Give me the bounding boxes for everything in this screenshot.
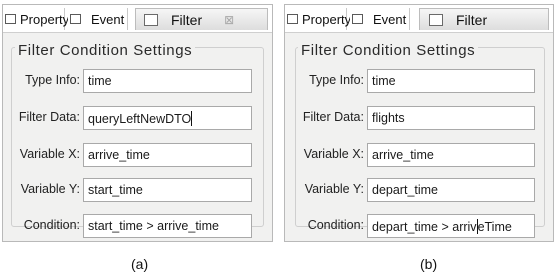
tab-property-label: Property <box>20 11 70 27</box>
condition-value-start: depart_time > arriv <box>372 220 477 234</box>
variable-y-row: Variable Y: depart_time <box>285 178 553 202</box>
filter-data-input[interactable]: queryLeftNewDTO <box>83 106 252 130</box>
filter-panel-b: Property Event Filter Filter Condition S… <box>284 4 554 242</box>
tab-bar: Property Event Filter <box>285 5 553 33</box>
variable-y-label: Variable Y: <box>304 182 364 196</box>
type-info-label: Type Info: <box>25 73 80 87</box>
tab-filter-label: Filter <box>171 11 203 28</box>
tab-event-label: Event <box>373 11 407 27</box>
condition-label: Condition: <box>307 218 364 232</box>
tab-bar: Property Event Filter ⊠ <box>3 5 272 33</box>
filter-panel-a: Property Event Filter ⊠ Filter Condition… <box>2 4 273 242</box>
type-info-input[interactable]: time <box>83 69 252 93</box>
tab-page-icon <box>70 14 81 24</box>
type-info-row: Type Info: time <box>3 69 272 93</box>
variable-y-label: Variable Y: <box>20 182 80 196</box>
variable-x-input[interactable]: arrive_time <box>367 143 535 167</box>
caption-b: (b) <box>420 256 438 272</box>
group-title: Filter Condition Settings <box>15 42 196 59</box>
variable-x-row: Variable X: arrive_time <box>3 143 272 167</box>
condition-row: Condition: depart_time > arriveTime <box>285 214 553 238</box>
type-info-row: Type Info: time <box>285 69 553 93</box>
filter-data-row: Filter Data: queryLeftNewDTO <box>3 106 272 130</box>
tab-event[interactable]: Event <box>68 8 128 30</box>
filter-data-input[interactable]: flights <box>367 106 535 130</box>
tab-filter[interactable]: Filter <box>419 8 549 30</box>
close-icon[interactable]: ⊠ <box>224 13 234 27</box>
tab-page-icon <box>144 13 158 26</box>
variable-y-input[interactable]: depart_time <box>367 178 535 202</box>
tab-page-icon <box>429 13 443 26</box>
tab-filter[interactable]: Filter ⊠ <box>135 8 268 30</box>
condition-row: Condition: start_time > arrive_time <box>3 214 272 238</box>
variable-y-input[interactable]: start_time <box>83 178 252 202</box>
variable-x-label: Variable X: <box>303 147 364 161</box>
tab-page-icon <box>352 14 363 24</box>
tab-page-icon <box>287 14 298 24</box>
filter-data-label: Filter Data: <box>302 110 364 124</box>
tab-page-icon <box>5 14 16 24</box>
condition-label: Condition: <box>23 218 80 232</box>
group-title: Filter Condition Settings <box>298 42 479 59</box>
tab-property[interactable]: Property <box>5 8 69 30</box>
variable-x-input[interactable]: arrive_time <box>83 143 252 167</box>
variable-x-label: Variable X: <box>19 147 80 161</box>
condition-input[interactable]: depart_time > arriveTime <box>367 214 535 238</box>
text-caret <box>191 111 193 126</box>
tab-property-label: Property <box>302 11 352 27</box>
tab-filter-label: Filter <box>456 11 488 28</box>
tab-event[interactable]: Event <box>350 8 410 30</box>
tab-property[interactable]: Property <box>287 8 351 30</box>
caption-a: (a) <box>131 256 149 272</box>
condition-input[interactable]: start_time > arrive_time <box>83 214 252 238</box>
tab-event-label: Event <box>91 11 125 27</box>
variable-x-row: Variable X: arrive_time <box>285 143 553 167</box>
filter-data-label: Filter Data: <box>18 110 80 124</box>
type-info-input[interactable]: time <box>367 69 535 93</box>
condition-value-end: eTime <box>477 220 512 234</box>
filter-data-value: queryLeftNewDTO <box>88 112 192 126</box>
variable-y-row: Variable Y: start_time <box>3 178 272 202</box>
filter-data-row: Filter Data: flights <box>285 106 553 130</box>
type-info-label: Type Info: <box>309 73 364 87</box>
